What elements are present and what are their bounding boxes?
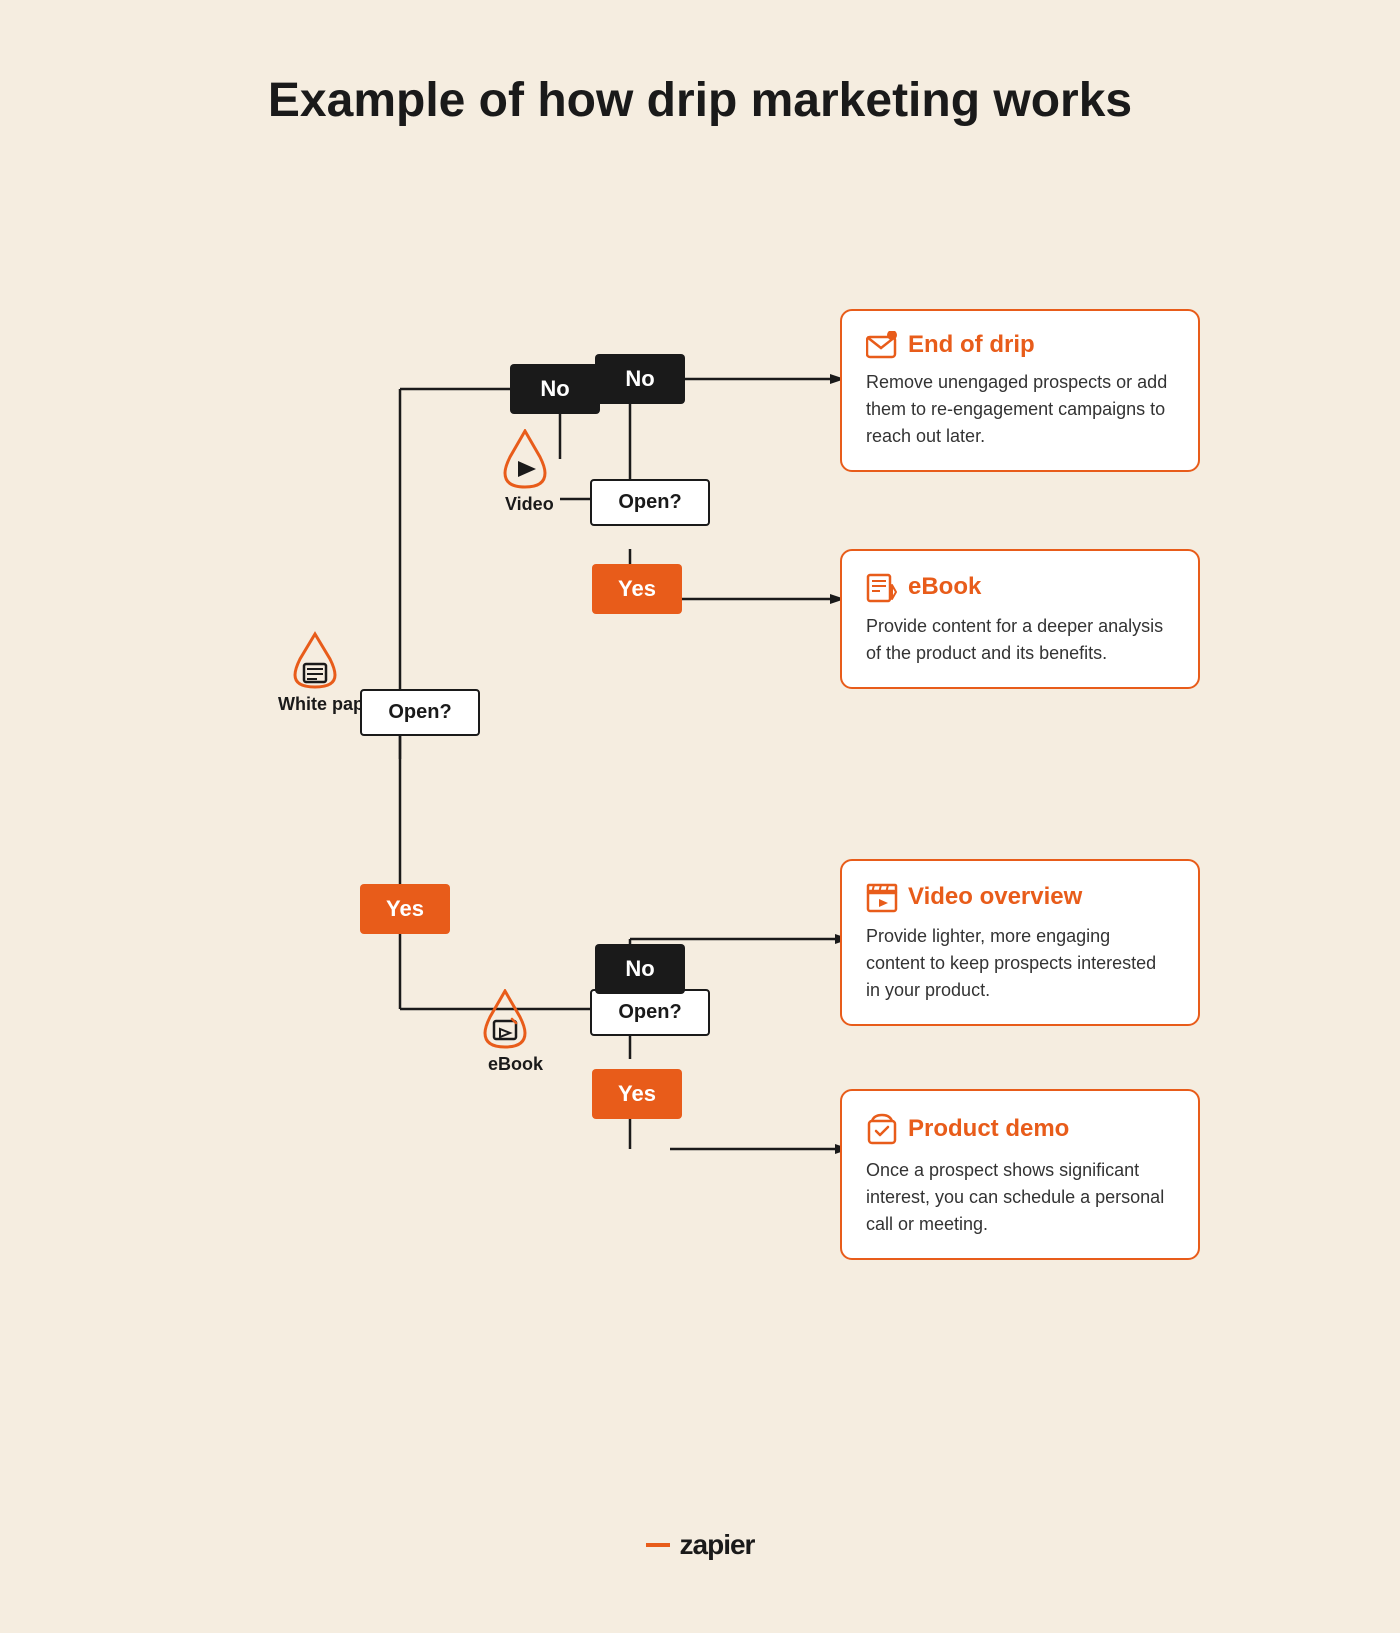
product-demo-title: Product demo bbox=[866, 1111, 1174, 1147]
product-demo-text: Once a prospect shows significant intere… bbox=[866, 1157, 1174, 1238]
video-drop-icon bbox=[500, 429, 550, 494]
end-of-drip-text: Remove unengaged prospects or add them t… bbox=[866, 369, 1174, 450]
yes-button-3: Yes bbox=[592, 1069, 682, 1119]
video-label: Video bbox=[505, 494, 554, 515]
flowchart: White paper Open? No Video Open? No Yes bbox=[240, 189, 1160, 1489]
video-overview-title: Video overview bbox=[866, 881, 1174, 913]
mail-icon bbox=[866, 331, 898, 359]
zapier-logo: zapier bbox=[240, 1529, 1160, 1561]
ebook-card-text: Provide content for a deeper analysis of… bbox=[866, 613, 1174, 667]
open-question-3: Open? bbox=[590, 989, 710, 1036]
white-paper-drop-icon bbox=[290, 629, 340, 694]
ebook-card-title: eBook bbox=[866, 571, 1174, 603]
ebook-label: eBook bbox=[488, 1054, 543, 1075]
end-of-drip-card: End of drip Remove unengaged prospects o… bbox=[840, 309, 1200, 472]
no-button-3: No bbox=[595, 944, 685, 994]
zapier-logo-text: zapier bbox=[680, 1529, 755, 1561]
video-overview-text: Provide lighter, more engaging content t… bbox=[866, 923, 1174, 1004]
ebook-drop-icon bbox=[480, 989, 530, 1054]
zapier-dash bbox=[646, 1543, 670, 1547]
yes-button-2: Yes bbox=[592, 564, 682, 614]
page-title: Example of how drip marketing works bbox=[240, 72, 1160, 130]
ebook-icon bbox=[866, 571, 898, 603]
open-question-2: Open? bbox=[590, 479, 710, 526]
no-button-2: No bbox=[595, 354, 685, 404]
video-overview-card: Video overview Provide lighter, more eng… bbox=[840, 859, 1200, 1026]
no-button-1: No bbox=[510, 364, 600, 414]
product-demo-card: Product demo Once a prospect shows signi… bbox=[840, 1089, 1200, 1260]
open-question-1: Open? bbox=[360, 689, 480, 736]
yes-button-1: Yes bbox=[360, 884, 450, 934]
ebook-card: eBook Provide content for a deeper analy… bbox=[840, 549, 1200, 689]
clapperboard-icon bbox=[866, 881, 898, 913]
end-of-drip-title: End of drip bbox=[866, 331, 1174, 359]
product-demo-icon bbox=[866, 1111, 898, 1147]
